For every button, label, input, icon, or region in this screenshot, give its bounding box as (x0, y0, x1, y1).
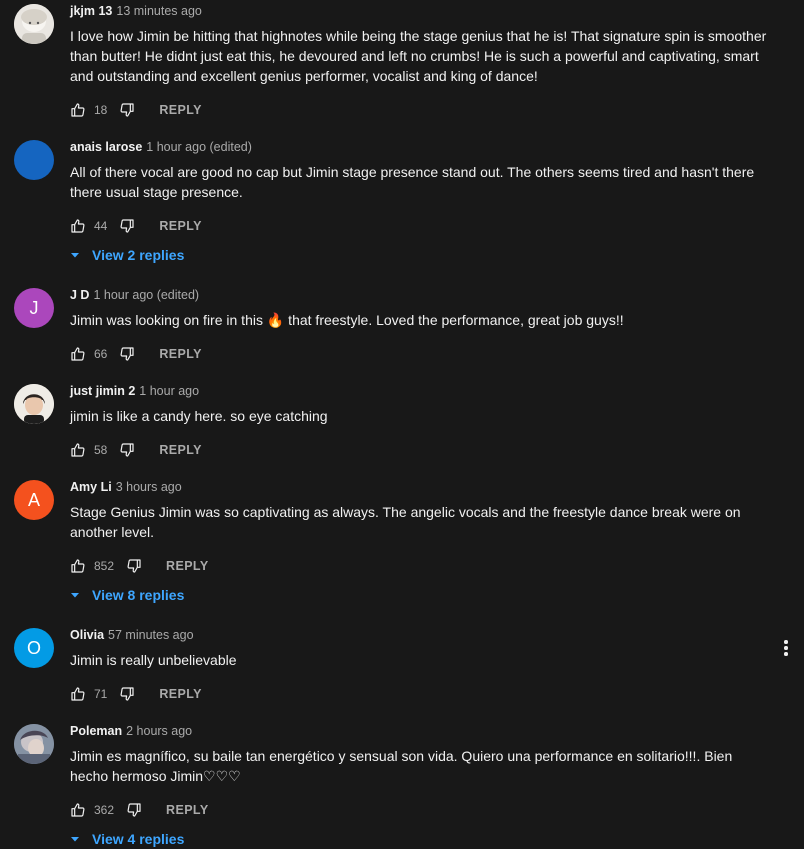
thumbs-down-icon[interactable] (119, 218, 135, 234)
thumbs-up-icon[interactable] (70, 802, 86, 818)
like-count: 852 (94, 559, 115, 573)
avatar-letter: A (27, 489, 40, 510)
avatar[interactable] (14, 724, 54, 764)
comment-text: All of there vocal are good no cap but J… (70, 164, 755, 200)
avatar-image (14, 4, 54, 44)
view-replies-button[interactable]: View 4 replies (70, 829, 804, 849)
comment-time[interactable]: 1 hour ago (edited) (146, 140, 252, 154)
comment-text: I love how Jimin be hitting that highnot… (70, 28, 767, 84)
comment-time[interactable]: 57 minutes ago (108, 628, 193, 642)
reply-button[interactable]: REPLY (159, 103, 202, 117)
comment-author[interactable]: Poleman (70, 724, 122, 738)
avatar-letter: J (29, 297, 39, 318)
comment-author[interactable]: Amy Li (70, 480, 112, 494)
comment: O Olivia 57 minutes ago Jimin is really … (0, 628, 804, 704)
like-count: 44 (94, 219, 108, 233)
avatar[interactable]: O (14, 628, 54, 668)
thumbs-up-icon[interactable] (70, 102, 86, 118)
thumbs-down-icon[interactable] (126, 802, 142, 818)
view-replies-label: View 8 replies (92, 587, 185, 603)
comment-time[interactable]: 1 hour ago (139, 384, 199, 398)
more-vert-icon[interactable] (784, 640, 788, 658)
comment-author[interactable]: jkjm 13 (70, 4, 112, 18)
avatar[interactable] (14, 4, 54, 44)
comment: jkjm 13 13 minutes ago I love how Jimin … (0, 0, 804, 120)
comment: Poleman 2 hours ago Jimin es magnífico, … (0, 724, 804, 849)
comment-text: Stage Genius Jimin was so captivating as… (70, 504, 741, 540)
reply-button[interactable]: REPLY (159, 219, 202, 233)
comment-text: Jimin es magnífico, su baile tan energét… (70, 748, 733, 784)
comment: anais larose 1 hour ago (edited) All of … (0, 140, 804, 265)
view-replies-button[interactable]: View 8 replies (70, 585, 804, 605)
like-count: 18 (94, 103, 108, 117)
comment: J J D 1 hour ago (edited) Jimin was look… (0, 288, 804, 364)
thumbs-down-icon[interactable] (126, 558, 142, 574)
comment-text: jimin is like a candy here. so eye catch… (70, 408, 328, 424)
reply-button[interactable]: REPLY (166, 803, 209, 817)
comment-time[interactable]: 2 hours ago (126, 724, 192, 738)
comment: A Amy Li 3 hours ago Stage Genius Jimin … (0, 480, 804, 605)
reply-button[interactable]: REPLY (159, 443, 202, 457)
thumbs-up-icon[interactable] (70, 686, 86, 702)
comment-author[interactable]: just jimin 2 (70, 384, 135, 398)
comment-time[interactable]: 1 hour ago (edited) (93, 288, 199, 302)
thumbs-up-icon[interactable] (70, 346, 86, 362)
avatar-image (14, 384, 54, 424)
comment: just jimin 2 1 hour ago jimin is like a … (0, 384, 804, 460)
comment-text: Jimin was looking on fire in this 🔥 that… (70, 312, 624, 328)
like-count: 71 (94, 687, 108, 701)
thumbs-down-icon[interactable] (119, 442, 135, 458)
comment-time[interactable]: 13 minutes ago (116, 4, 201, 18)
chevron-down-icon (71, 253, 79, 258)
thumbs-down-icon[interactable] (119, 686, 135, 702)
reply-button[interactable]: REPLY (159, 687, 202, 701)
thumbs-down-icon[interactable] (119, 102, 135, 118)
thumbs-down-icon[interactable] (119, 346, 135, 362)
chevron-down-icon (71, 837, 79, 842)
avatar[interactable] (14, 140, 54, 180)
thumbs-up-icon[interactable] (70, 558, 86, 574)
view-replies-button[interactable]: View 2 replies (70, 245, 804, 265)
like-count: 66 (94, 347, 108, 361)
like-count: 362 (94, 803, 115, 817)
reply-button[interactable]: REPLY (166, 559, 209, 573)
avatar-letter: O (26, 637, 41, 658)
reply-button[interactable]: REPLY (159, 347, 202, 361)
avatar[interactable]: A (14, 480, 54, 520)
avatar[interactable]: J (14, 288, 54, 328)
comment-time[interactable]: 3 hours ago (116, 480, 182, 494)
comment-author[interactable]: Olivia (70, 628, 104, 642)
comment-author[interactable]: J D (70, 288, 89, 302)
chevron-down-icon (71, 593, 79, 598)
thumbs-up-icon[interactable] (70, 442, 86, 458)
comment-text: Jimin is really unbelievable (70, 652, 237, 668)
thumbs-up-icon[interactable] (70, 218, 86, 234)
avatar-image (14, 724, 54, 764)
view-replies-label: View 2 replies (92, 247, 185, 263)
like-count: 58 (94, 443, 108, 457)
comment-author[interactable]: anais larose (70, 140, 142, 154)
avatar[interactable] (14, 384, 54, 424)
